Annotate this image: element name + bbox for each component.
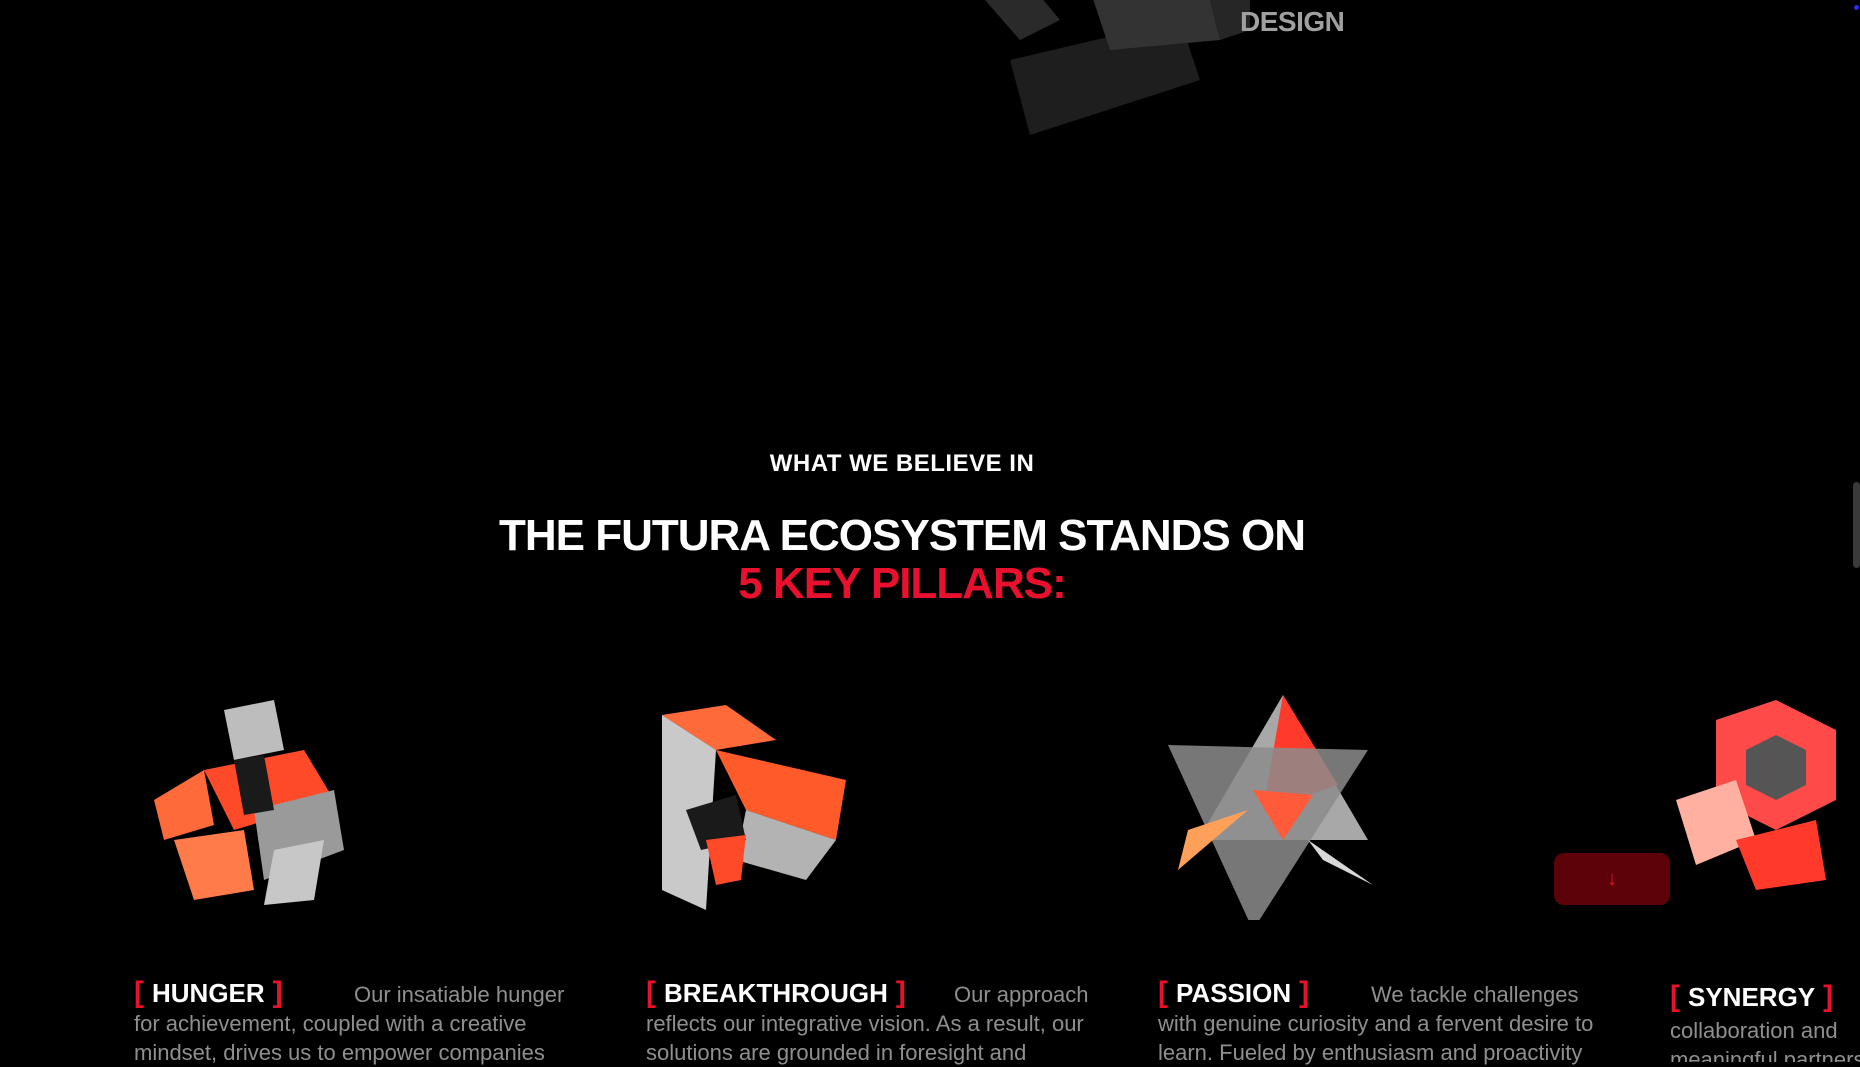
scroll-down-button[interactable]: ↓ xyxy=(1554,853,1670,905)
pillar-synergy-name: SYNERGY xyxy=(1688,981,1816,1012)
design-label: DESIGN xyxy=(1240,6,1345,37)
pillar-hunger-name: HUNGER xyxy=(152,977,265,1008)
pillar-breakthrough-title: [ BREAKTHROUGH ] xyxy=(646,976,906,1010)
star-tetrahedron-icon xyxy=(1168,695,1373,930)
bracket-left-icon: [ xyxy=(1158,976,1168,1009)
section-headline: THE FUTURA ECOSYSTEM STANDS ON 5 KEY PIL… xyxy=(0,512,1804,608)
corner-dot xyxy=(1854,5,1859,10)
pillar-hunger-title: [ HUNGER ] xyxy=(134,976,283,1010)
bracket-right-icon: ] xyxy=(1823,980,1834,1013)
bracket-left-icon: [ xyxy=(134,976,144,1009)
section-eyebrow: WHAT WE BELIEVE IN xyxy=(769,450,1035,477)
bracket-right-icon: ] xyxy=(1299,976,1310,1009)
bracket-right-icon: ] xyxy=(895,976,906,1009)
scrollbar-thumb[interactable] xyxy=(1853,482,1860,568)
crossed-cube-icon xyxy=(154,700,344,905)
pillar-passion-name: PASSION xyxy=(1176,977,1292,1008)
bracket-right-icon: ] xyxy=(272,976,283,1009)
headline-accent: 5 KEY PILLARS: xyxy=(738,559,1066,608)
pillar-passion-title: [ PASSION ] xyxy=(1158,976,1309,1010)
headline-line1: THE FUTURA ECOSYSTEM STANDS ON xyxy=(498,511,1306,560)
bracket-left-icon: [ xyxy=(1670,980,1680,1013)
pillar-synergy-description: collaboration and meaningful partnership… xyxy=(1670,1018,1860,1062)
impossible-triangle-icon xyxy=(662,705,846,910)
pillar-breakthrough: Our approach reflects our integrative vi… xyxy=(646,690,1116,1065)
pillar-synergy-title: [ SYNERGY ] xyxy=(1670,980,1833,1014)
bracket-left-icon: [ xyxy=(646,976,656,1009)
top-3d-shape xyxy=(985,0,1250,135)
pillar-breakthrough-name: BREAKTHROUGH xyxy=(664,977,888,1008)
arrow-down-icon: ↓ xyxy=(1607,867,1617,890)
hexagon-knot-icon xyxy=(1676,700,1836,890)
pillar-synergy: [ SYNERGY ] collaboration and meaningful… xyxy=(1670,690,1860,1062)
pillar-hunger: Our insatiable hunger for achievement, c… xyxy=(134,690,604,1065)
